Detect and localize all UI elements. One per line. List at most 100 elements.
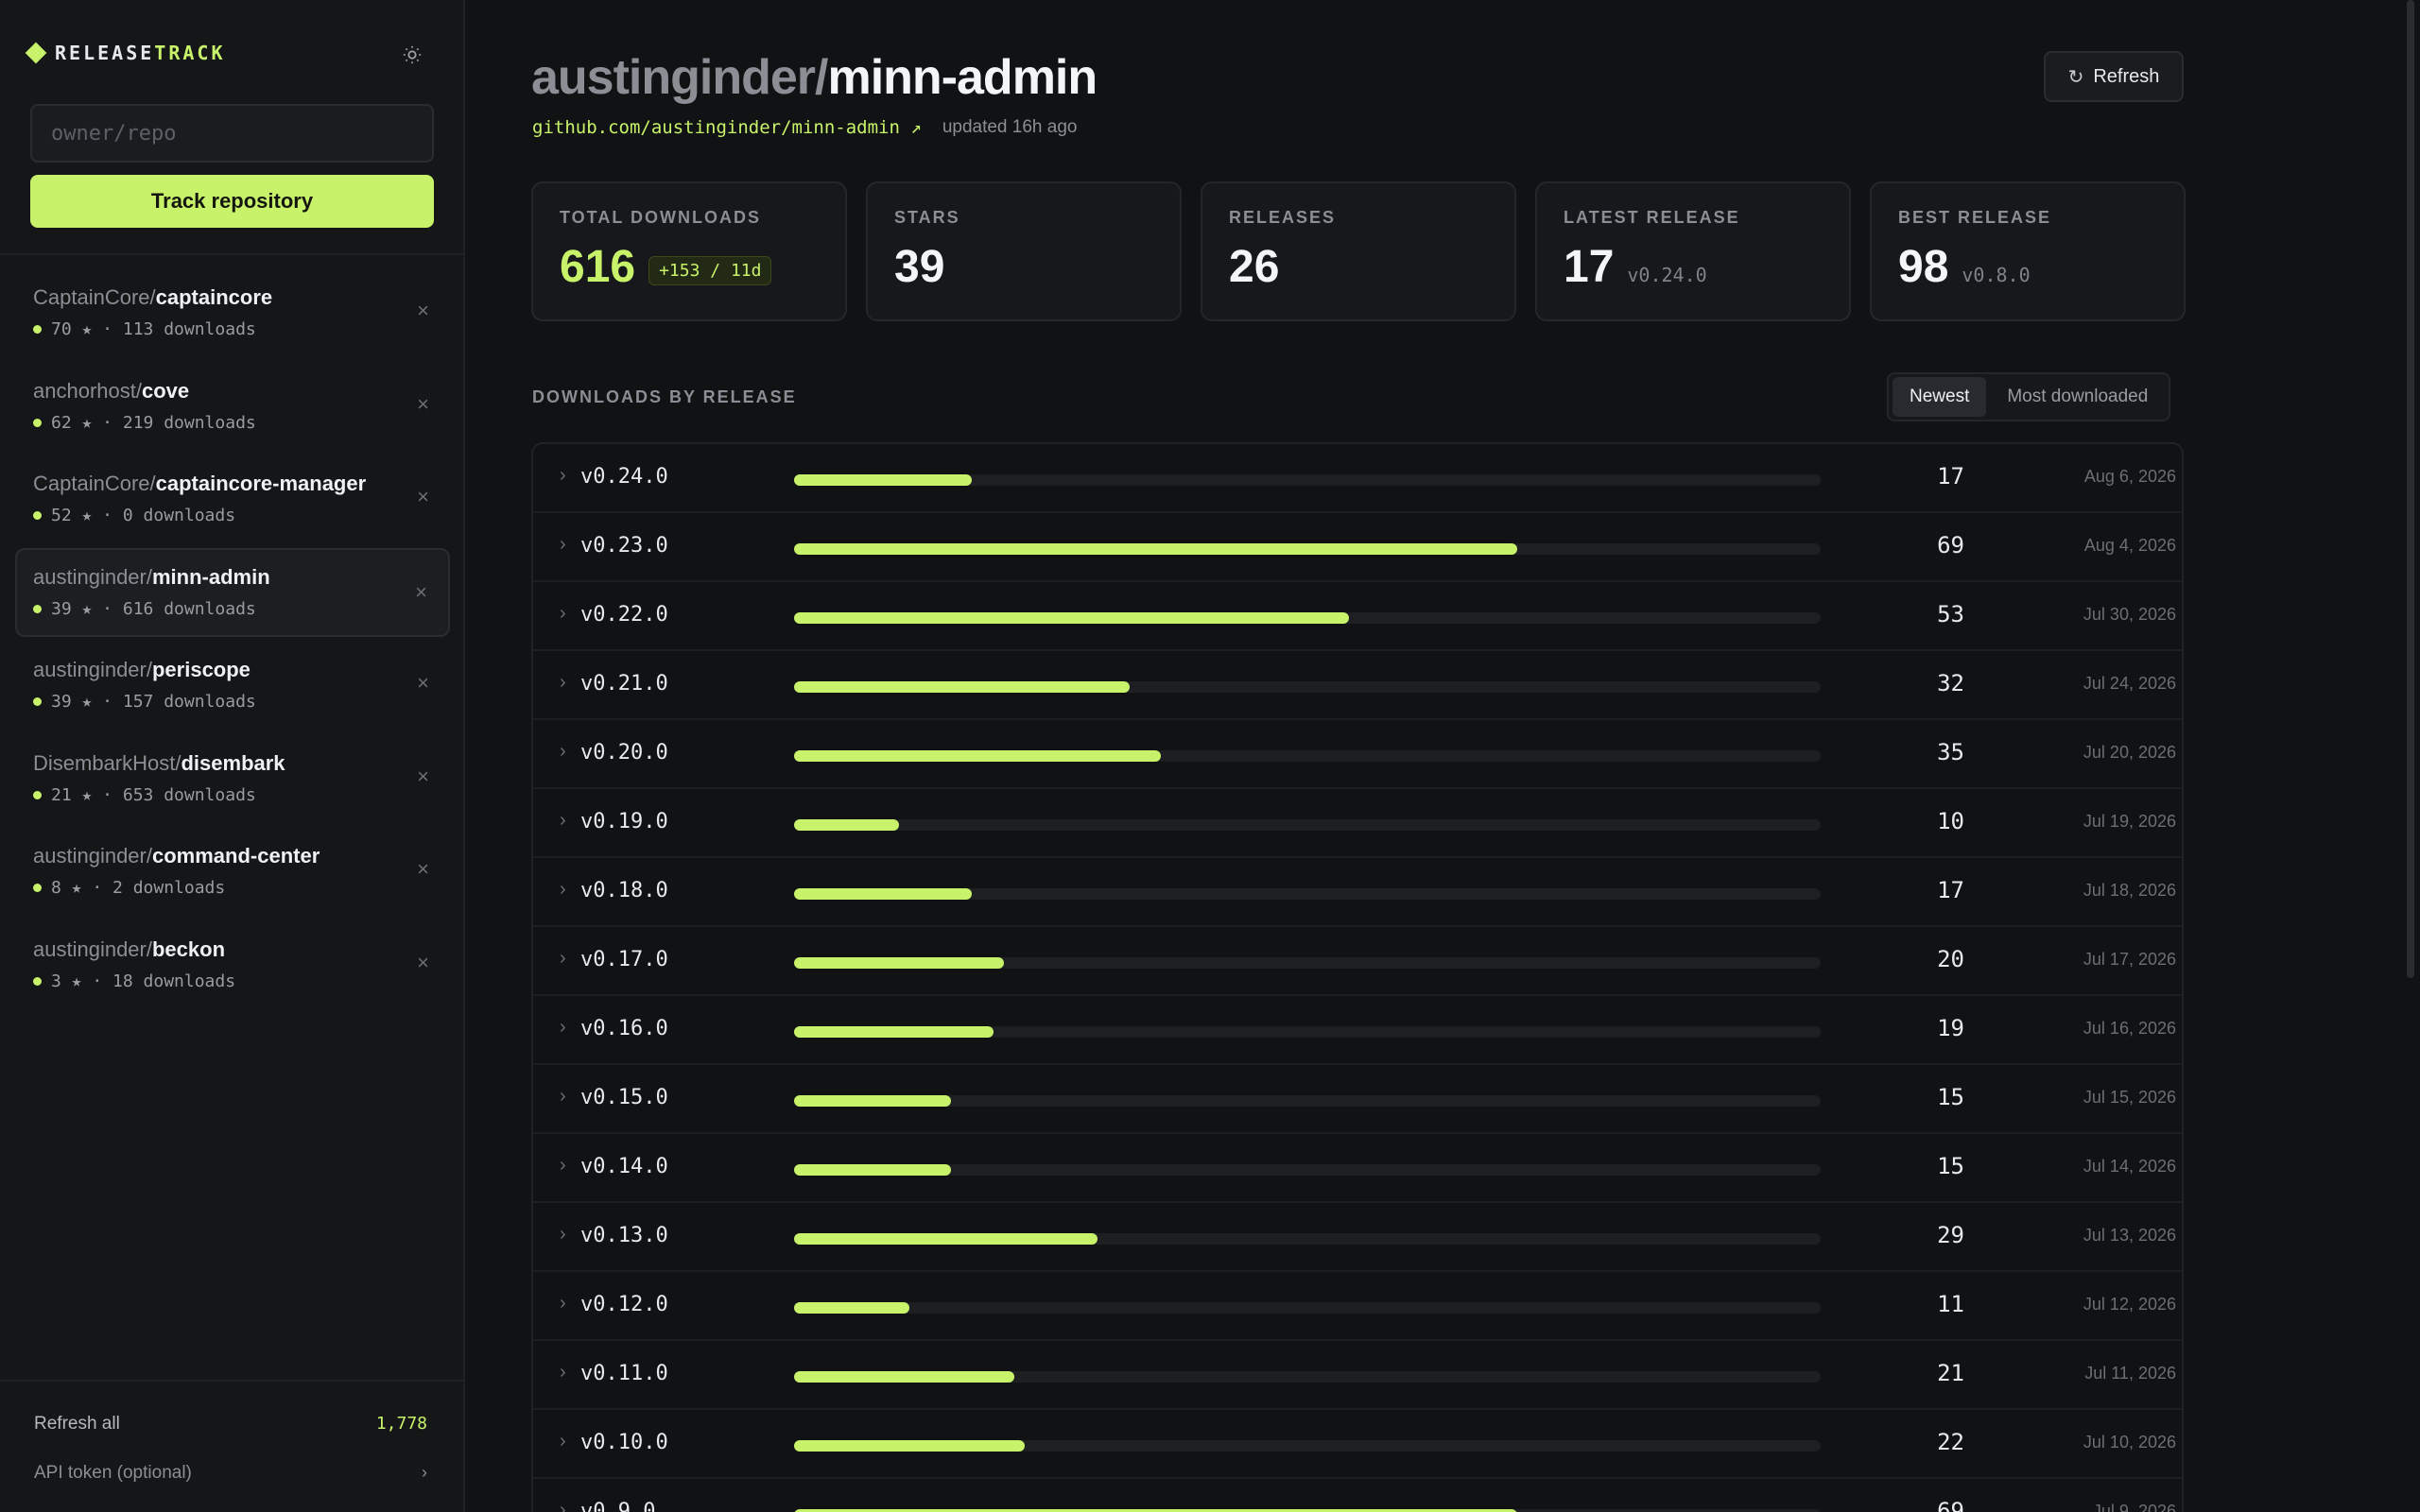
repo-item-repo: disembark [181, 750, 285, 775]
release-version: v0.18.0 [580, 879, 668, 902]
repo-item-stats: 21 ★ · 653 downloads [51, 784, 256, 805]
close-icon[interactable]: × [417, 671, 429, 696]
scrollbar[interactable] [2407, 0, 2414, 978]
release-version: v0.15.0 [580, 1086, 668, 1109]
close-icon[interactable]: × [417, 392, 429, 417]
refresh-label: Refresh [2093, 65, 2160, 87]
release-row[interactable]: › v0.19.0 10 Jul 19, 2026 [533, 789, 2182, 858]
close-icon[interactable]: × [417, 485, 429, 509]
chevron-right-icon: › [560, 948, 566, 969]
status-dot [33, 976, 42, 986]
chevron-right-icon: › [560, 1500, 566, 1512]
repo-item-meta: 39 ★ · 157 downloads [33, 692, 450, 712]
repo-item-repo: periscope [151, 658, 251, 681]
release-row[interactable]: › v0.22.0 53 Jul 30, 2026 [533, 582, 2182, 651]
release-version: v0.20.0 [580, 741, 668, 765]
repo-list-item[interactable]: DisembarkHost/disembark 21 ★ · 653 downlo… [15, 734, 450, 823]
repo-item-owner: austinginder/ [33, 564, 152, 589]
close-icon[interactable]: × [417, 765, 429, 789]
release-row[interactable]: › v0.12.0 11 Jul 12, 2026 [533, 1272, 2182, 1341]
sort-newest-button[interactable]: Newest [1893, 377, 1987, 417]
download-count: 15 [1937, 1084, 1964, 1110]
stat-value: 98 [1898, 242, 1949, 292]
bar-track [794, 1371, 1821, 1383]
repo-item-repo: captaincore-manager [155, 472, 367, 495]
release-version: v0.14.0 [580, 1155, 668, 1178]
release-date: Jul 20, 2026 [2083, 743, 2176, 762]
bar-track [794, 1164, 1821, 1176]
repo-list-item[interactable]: anchorhost/cove 62 ★ · 219 downloads × [15, 362, 450, 451]
download-count: 32 [1937, 670, 1964, 696]
bar-track [794, 888, 1821, 900]
chevron-right-icon: › [560, 879, 566, 900]
download-count: 10 [1937, 808, 1964, 834]
status-dot [33, 511, 42, 520]
chevron-right-icon: › [422, 1463, 427, 1482]
chevron-right-icon: › [560, 603, 566, 624]
close-icon[interactable]: × [417, 857, 429, 882]
repo-list-item[interactable]: austinginder/beckon 3 ★ · 18 downloads × [15, 920, 450, 1009]
release-row[interactable]: › v0.23.0 69 Aug 4, 2026 [533, 513, 2182, 582]
divider [0, 1380, 465, 1382]
repo-item-name: anchorhost/cove [33, 379, 450, 404]
release-date: Jul 24, 2026 [2083, 674, 2176, 693]
repo-input[interactable] [30, 104, 434, 163]
release-row[interactable]: › v0.20.0 35 Jul 20, 2026 [533, 720, 2182, 789]
chevron-right-icon: › [560, 1155, 566, 1176]
download-count: 69 [1937, 532, 1964, 558]
release-row[interactable]: › v0.18.0 17 Jul 18, 2026 [533, 858, 2182, 927]
stat-label: STARS [894, 208, 960, 227]
release-date: Aug 6, 2026 [2083, 467, 2176, 486]
divider [0, 253, 465, 255]
chevron-right-icon: › [560, 1017, 566, 1038]
refresh-button[interactable]: ↻ Refresh [2044, 51, 2184, 102]
stat-best-release: BEST RELEASE 98 v0.8.0 [1870, 181, 2186, 321]
release-row[interactable]: › v0.17.0 20 Jul 17, 2026 [533, 927, 2182, 996]
stat-stars: STARS 39 [866, 181, 1182, 321]
repo-item-meta: 62 ★ · 219 downloads [33, 413, 450, 433]
download-bar [794, 474, 973, 486]
repo-list-item[interactable]: CaptainCore/captaincore-manager 52 ★ · 0 … [15, 455, 450, 543]
release-row[interactable]: › v0.16.0 19 Jul 16, 2026 [533, 996, 2182, 1065]
release-row[interactable]: › v0.24.0 17 Aug 6, 2026 [533, 444, 2182, 513]
release-row[interactable]: › v0.15.0 15 Jul 15, 2026 [533, 1065, 2182, 1134]
repo-list-item[interactable]: austinginder/command-center 8 ★ · 2 downl… [15, 827, 450, 916]
repo-list-item[interactable]: austinginder/minn-admin 39 ★ · 616 downlo… [15, 547, 450, 637]
release-row[interactable]: › v0.9.0 69 Jul 9, 2026 [533, 1479, 2182, 1512]
api-token-button[interactable]: API token (optional) [34, 1463, 192, 1484]
release-version: v0.22.0 [580, 603, 668, 627]
theme-toggle-button[interactable] [397, 40, 427, 70]
stat-latest-release: LATEST RELEASE 17 v0.24.0 [1535, 181, 1851, 321]
repo-list-item[interactable]: CaptainCore/captaincore 70 ★ · 113 downlo… [15, 268, 450, 357]
close-icon[interactable]: × [415, 580, 427, 605]
repo-item-owner: anchorhost/ [33, 378, 142, 403]
repo-item-owner: DisembarkHost/ [33, 750, 182, 775]
release-version: v0.24.0 [580, 465, 668, 489]
download-count: 29 [1937, 1222, 1964, 1248]
release-row[interactable]: › v0.14.0 15 Jul 14, 2026 [533, 1134, 2182, 1203]
stat-label: RELEASES [1229, 208, 1337, 227]
repo-item-name: DisembarkHost/disembark [33, 751, 450, 776]
chevron-right-icon: › [560, 534, 566, 555]
repo-item-repo: beckon [151, 936, 226, 961]
growth-badge: +153 / 11d [648, 256, 772, 285]
release-row[interactable]: › v0.21.0 32 Jul 24, 2026 [533, 651, 2182, 720]
close-icon[interactable]: × [417, 951, 429, 975]
release-row[interactable]: › v0.10.0 22 Jul 10, 2026 [533, 1410, 2182, 1479]
stat-version: v0.24.0 [1627, 264, 1707, 286]
chevron-right-icon: › [560, 1362, 566, 1383]
repo-item-name: austinginder/command-center [33, 844, 450, 868]
release-row[interactable]: › v0.11.0 21 Jul 11, 2026 [533, 1341, 2182, 1410]
repo-list-item[interactable]: austinginder/periscope 39 ★ · 157 downloa… [15, 641, 450, 730]
track-repository-button[interactable]: Track repository [30, 175, 434, 228]
release-row[interactable]: › v0.13.0 29 Jul 13, 2026 [533, 1203, 2182, 1272]
github-link[interactable]: github.com/austinginder/minn-admin ↗ [532, 117, 922, 138]
close-icon[interactable]: × [417, 299, 429, 323]
release-date: Jul 13, 2026 [2083, 1226, 2176, 1245]
repo-item-owner: austinginder/ [33, 936, 152, 961]
bar-track [794, 612, 1821, 624]
repo-item-name: austinginder/beckon [33, 937, 450, 962]
refresh-all-button[interactable]: Refresh all [34, 1414, 120, 1435]
sort-most-downloaded-button[interactable]: Most downloaded [1990, 377, 2165, 417]
repo-item-repo: minn-admin [151, 564, 270, 589]
